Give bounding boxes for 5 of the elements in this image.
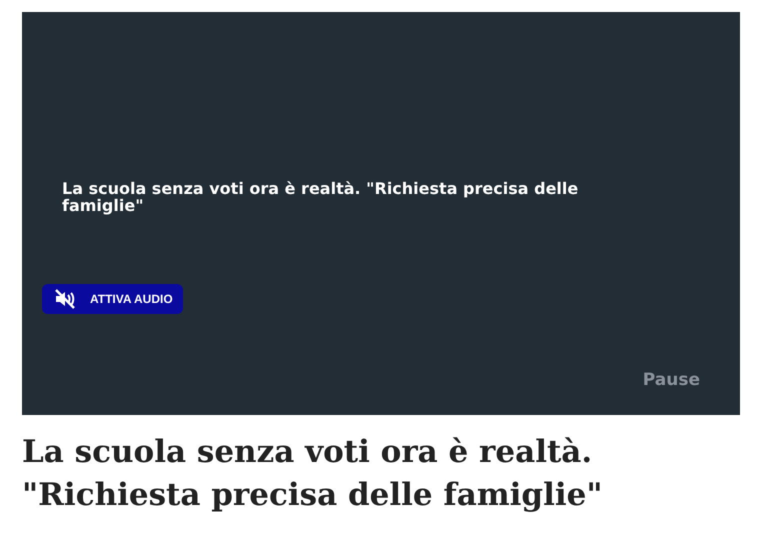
audio-button[interactable]: ATTIVA AUDIO (42, 284, 183, 314)
pause-label[interactable]: Pause (642, 368, 700, 394)
video-caption: La scuola senza voti ora è realtà. "Richiesta precisa delle famiglie" (62, 180, 580, 214)
video-player[interactable]: La scuola senza voti ora è realtà. "Richiesta precisa delle famiglie" ATTIVA AUDIO Pause (22, 12, 740, 415)
headline: La scuola senza voti ora è realtà. "Richiesta precisa delle famiglie" (22, 433, 604, 515)
